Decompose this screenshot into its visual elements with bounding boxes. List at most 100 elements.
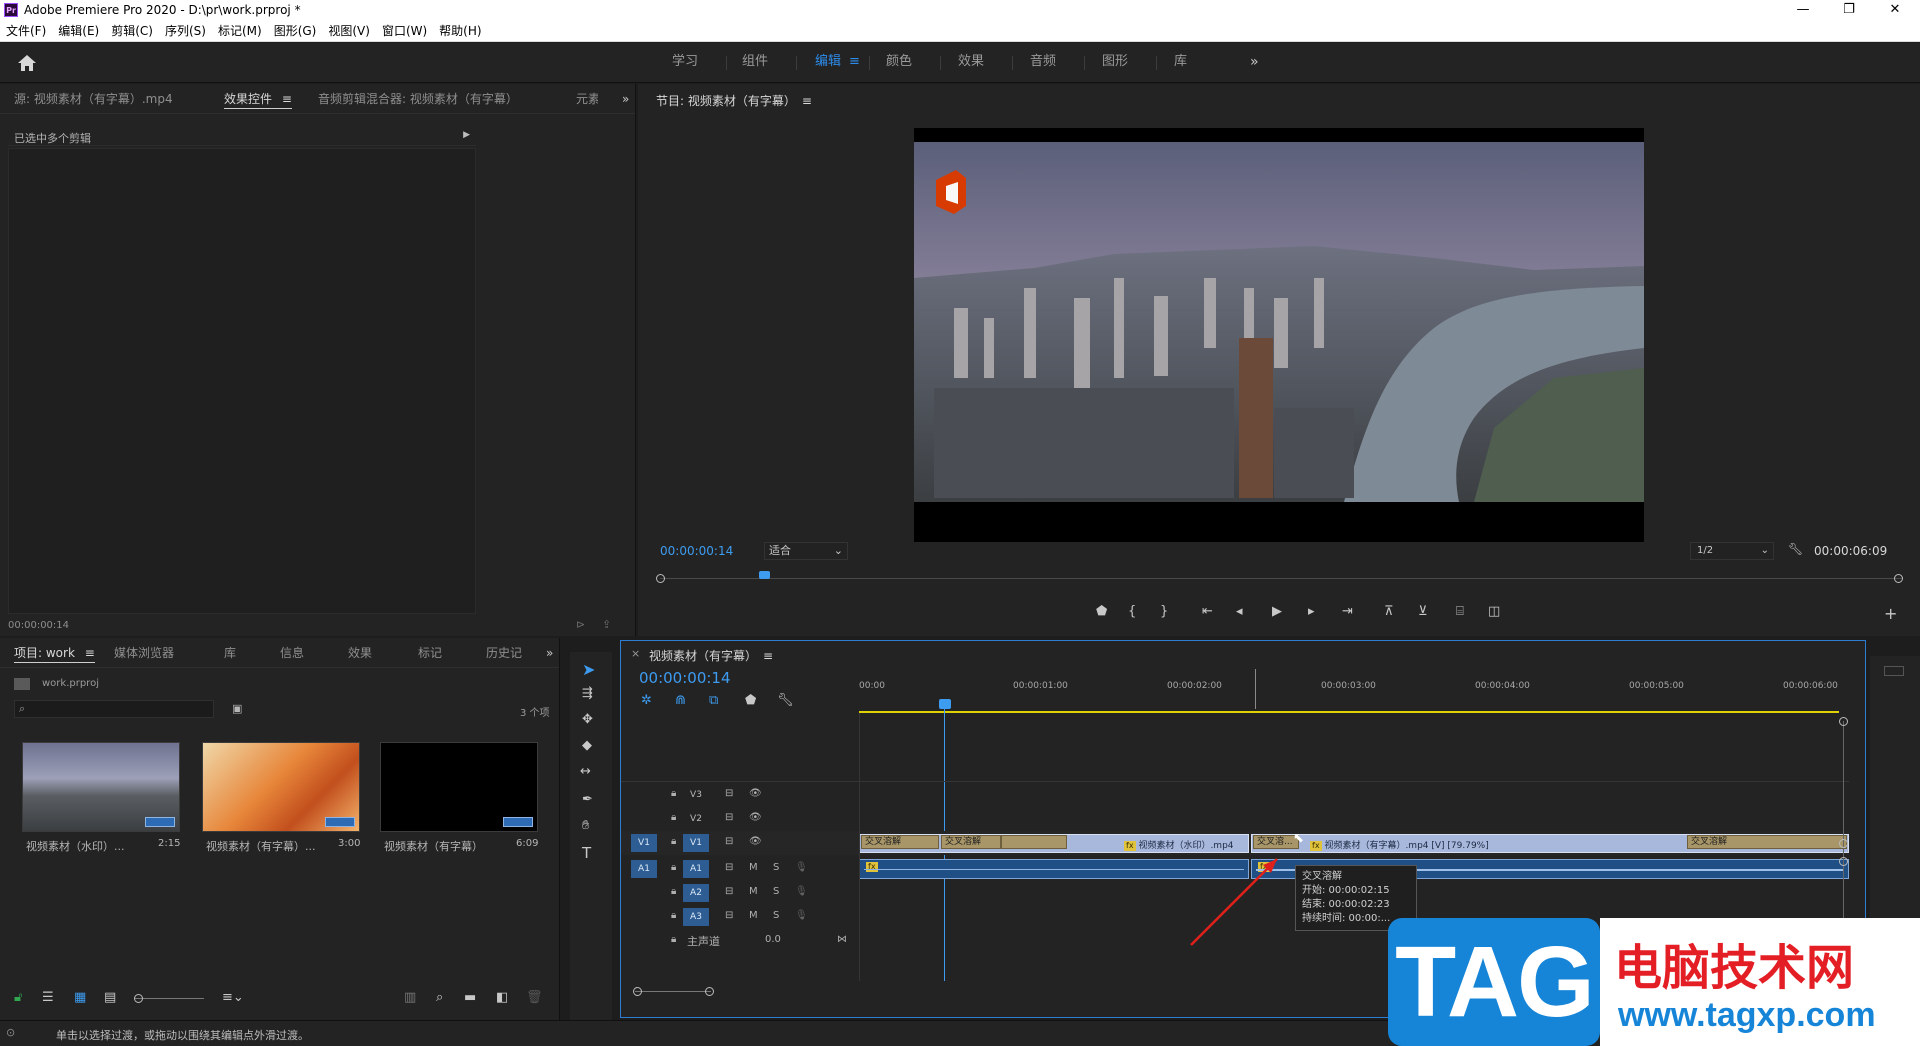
track-select-tool-icon[interactable]: ⇶ bbox=[582, 686, 593, 701]
slip-tool-icon[interactable]: ↔ bbox=[580, 764, 591, 779]
project-item-name[interactable]: 视频素材（有字幕） bbox=[384, 838, 483, 854]
list-view-icon[interactable]: ☰ bbox=[42, 990, 54, 1005]
hand-tool-icon[interactable]: ✋︎ bbox=[582, 818, 589, 833]
new-bin-icon[interactable]: ▬ bbox=[464, 990, 476, 1005]
scrub-end-handle[interactable] bbox=[1894, 574, 1903, 583]
sort-icon[interactable]: ≡⌄ bbox=[222, 990, 244, 1005]
workspace-tab-1[interactable]: 组件 bbox=[742, 43, 768, 83]
menu-item-2[interactable]: 剪辑(C) bbox=[105, 20, 159, 42]
panel-overflow-icon[interactable]: » bbox=[546, 638, 553, 668]
timeline-timecode[interactable]: 00:00:00:14 bbox=[639, 669, 731, 687]
resolution-dropdown[interactable]: 1/2 ⌄ bbox=[1690, 542, 1774, 560]
close-icon[interactable]: ✕ bbox=[1872, 0, 1918, 20]
type-tool-icon[interactable]: T bbox=[582, 844, 591, 862]
workspace-tab-3[interactable]: 颜色 bbox=[886, 43, 912, 83]
menu-item-0[interactable]: 文件(F) bbox=[0, 20, 52, 42]
mute-button[interactable]: M bbox=[749, 886, 758, 897]
workspace-tab-5[interactable]: 音频 bbox=[1030, 43, 1056, 83]
transition-cross-dissolve[interactable]: 交叉溶解 bbox=[941, 835, 1001, 849]
restore-icon[interactable]: ❐ bbox=[1826, 0, 1872, 20]
menu-item-5[interactable]: 图形(G) bbox=[268, 20, 323, 42]
solo-button[interactable]: S bbox=[773, 862, 779, 873]
comparison-view-icon[interactable]: ◫ bbox=[1488, 604, 1500, 619]
tab-effect-controls[interactable]: 效果控件 ≡ bbox=[224, 84, 292, 114]
tab-media-browser[interactable]: 媒体浏览器 bbox=[114, 638, 174, 668]
program-timecode[interactable]: 00:00:00:14 bbox=[660, 544, 733, 558]
zoom-bar-end-handle[interactable] bbox=[705, 987, 714, 996]
lock-icon[interactable]: 🔓︎ bbox=[14, 990, 22, 1005]
panel-overflow-icon[interactable]: » bbox=[622, 84, 629, 114]
minimize-icon[interactable]: — bbox=[1780, 0, 1826, 20]
filter-icon[interactable]: ⊳ bbox=[576, 618, 585, 631]
step-back-icon[interactable]: ◂ bbox=[1236, 604, 1243, 619]
v-scroll-top-handle[interactable] bbox=[1839, 717, 1848, 726]
add-button-icon[interactable]: + bbox=[1884, 604, 1897, 623]
snap-icon[interactable]: ⋒ bbox=[675, 693, 686, 708]
source-patch-v1[interactable]: V1 bbox=[631, 834, 657, 852]
tab-elements[interactable]: 元素 bbox=[576, 84, 598, 114]
project-item-name[interactable]: 视频素材（有字幕）... bbox=[206, 838, 316, 854]
program-monitor-title[interactable]: 节目: 视频素材（有字幕） ≡ bbox=[656, 92, 812, 109]
tab-effects[interactable]: 效果 bbox=[348, 638, 372, 668]
menu-item-7[interactable]: 窗口(W) bbox=[376, 20, 433, 42]
timeline-playhead-head[interactable] bbox=[939, 699, 951, 709]
linked-selection-icon[interactable]: ⧉ bbox=[709, 693, 718, 708]
timeline-settings-icon[interactable]: 🔧︎ bbox=[777, 693, 794, 708]
program-scrub-bar[interactable] bbox=[660, 578, 1902, 579]
mute-button[interactable]: M bbox=[749, 862, 758, 873]
close-sequence-icon[interactable]: × bbox=[631, 647, 640, 660]
play-arrow-icon[interactable]: ▶ bbox=[463, 130, 470, 140]
workspace-tab-4[interactable]: 效果 bbox=[958, 43, 984, 83]
workspace-tab-6[interactable]: 图形 bbox=[1102, 43, 1128, 83]
ripple-edit-tool-icon[interactable]: ✥ bbox=[582, 712, 593, 727]
project-item-thumbnail[interactable] bbox=[22, 742, 180, 832]
project-item-thumbnail[interactable] bbox=[202, 742, 360, 832]
step-forward-icon[interactable]: ▸ bbox=[1308, 604, 1315, 619]
mark-out-icon[interactable]: } bbox=[1160, 604, 1168, 619]
project-item-name[interactable]: 视频素材（水印）... bbox=[26, 838, 125, 854]
master-nav-icon[interactable]: ⋈ bbox=[837, 934, 847, 945]
track-label-a3[interactable]: A3 bbox=[683, 908, 709, 926]
track-label-v1[interactable]: V1 bbox=[683, 834, 709, 852]
program-video-frame[interactable] bbox=[914, 128, 1644, 542]
master-volume-value[interactable]: 0.0 bbox=[765, 934, 781, 945]
menu-item-3[interactable]: 序列(S) bbox=[159, 20, 212, 42]
new-bin-search-icon[interactable]: ▣ bbox=[232, 702, 242, 715]
timeline-zoom-bar[interactable] bbox=[635, 991, 711, 992]
tab-library[interactable]: 库 bbox=[224, 638, 236, 668]
transition-cross-dissolve[interactable]: 交叉溶解 bbox=[861, 835, 939, 849]
find-icon[interactable]: ⌕ bbox=[436, 990, 443, 1005]
more-workspaces-icon[interactable]: » bbox=[1250, 43, 1259, 83]
v-scroll-bottom-handle[interactable] bbox=[1839, 857, 1848, 866]
add-marker-icon[interactable]: ⬟ bbox=[1096, 604, 1107, 619]
track-label-v3[interactable]: V3 bbox=[683, 786, 709, 804]
lift-icon[interactable]: ⊼ bbox=[1384, 604, 1394, 619]
workspace-tab-2[interactable]: 编辑 ≡ bbox=[815, 43, 860, 83]
tab-info[interactable]: 信息 bbox=[280, 638, 304, 668]
source-patch-a1[interactable]: A1 bbox=[631, 860, 657, 878]
tab-project[interactable]: 项目: work ≡ bbox=[14, 638, 95, 668]
mute-button[interactable]: M bbox=[749, 910, 758, 921]
tab-history[interactable]: 历史记 bbox=[486, 638, 522, 668]
automate-icon[interactable]: ▥ bbox=[404, 990, 416, 1005]
menu-item-8[interactable]: 帮助(H) bbox=[433, 20, 487, 42]
selection-tool-icon[interactable]: ➤ bbox=[582, 660, 595, 679]
tab-source[interactable]: 源: 视频素材（有字幕）.mp4 bbox=[14, 84, 173, 114]
scrub-start-handle[interactable] bbox=[656, 574, 665, 583]
fit-dropdown[interactable]: 适合 ⌄ bbox=[764, 542, 848, 560]
trash-icon[interactable]: 🗑︎ bbox=[526, 990, 543, 1005]
home-icon[interactable] bbox=[17, 54, 37, 72]
menu-item-1[interactable]: 编辑(E) bbox=[52, 20, 105, 42]
mark-in-icon[interactable]: { bbox=[1128, 604, 1136, 619]
work-area-bar[interactable] bbox=[859, 711, 1839, 713]
transition-cross-dissolve[interactable]: 交叉溶解 bbox=[1687, 835, 1847, 849]
tab-audio-clip-mixer[interactable]: 音频剪辑混合器: 视频素材（有字幕） bbox=[318, 84, 518, 114]
transition-cross-dissolve-tail[interactable] bbox=[1001, 835, 1067, 849]
new-item-icon[interactable]: ◧ bbox=[496, 990, 508, 1005]
program-playhead[interactable] bbox=[759, 571, 770, 579]
nest-sequence-icon[interactable]: ✲ bbox=[641, 693, 652, 708]
sequence-title[interactable]: 视频素材（有字幕） ≡ bbox=[649, 647, 773, 664]
menu-item-4[interactable]: 标记(M) bbox=[212, 20, 268, 42]
v-scroll-mid-handle[interactable] bbox=[1839, 839, 1848, 848]
solo-button[interactable]: S bbox=[773, 886, 779, 897]
